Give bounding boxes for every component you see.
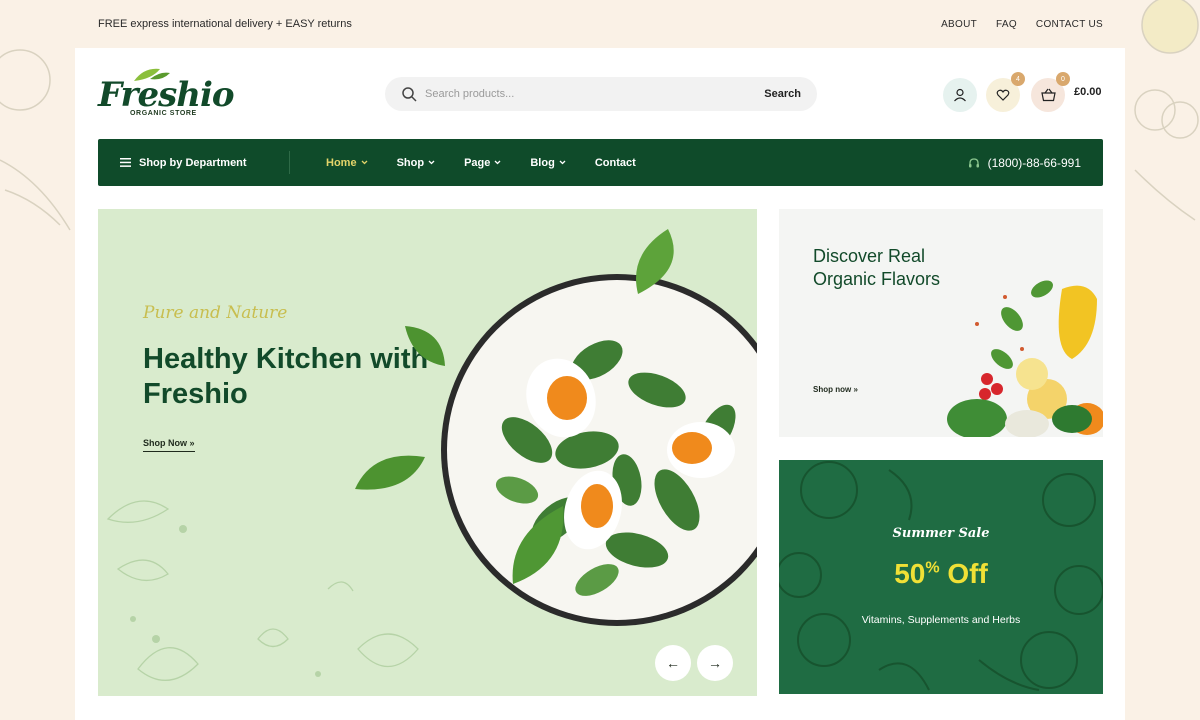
floating-leaf-decoration [512, 506, 564, 584]
department-label: Shop by Department [139, 156, 247, 169]
account-button[interactable] [943, 78, 977, 112]
hero-banner: Pure and Nature Healthy Kitchen with Fre… [98, 209, 757, 696]
main-navigation: Shop by Department Home Shop Page Blog C… [98, 139, 1103, 186]
top-bar: FREE express international delivery + EA… [0, 0, 1200, 48]
promo-text: FREE express international delivery + EA… [98, 18, 352, 30]
vegetable-doodle-left [0, 49, 71, 231]
user-icon [954, 88, 966, 102]
wishlist-count-badge: 4 [1011, 72, 1025, 86]
promo-organic-flavors[interactable]: Discover Real Organic Flavors Shop now » [779, 209, 1103, 437]
spinach-egg-salad-illustration [495, 340, 736, 596]
floating-leaf-decoration [355, 455, 425, 490]
page-container: Freshio ORGANIC STORE Search 4 [75, 48, 1125, 720]
hero-title: Healthy Kitchen with Freshio [143, 343, 429, 410]
nav-item-contact[interactable]: Contact [595, 157, 636, 169]
cart-total: £0.00 [1074, 86, 1102, 98]
nav-item-label: Blog [530, 156, 555, 169]
nav-menu: Home Shop Page Blog Contact [326, 157, 636, 169]
search-button[interactable]: Search [764, 88, 801, 100]
link-contact-us[interactable]: CONTACT US [1036, 19, 1103, 30]
arrow-left-icon: ← [666, 655, 680, 671]
nav-item-label: Home [326, 156, 357, 169]
headset-icon [968, 157, 979, 167]
nav-item-blog[interactable]: Blog [530, 156, 566, 169]
header: Freshio ORGANIC STORE Search 4 [98, 65, 1103, 127]
chevron-down-icon [428, 160, 435, 165]
floating-leaf-decoration [405, 326, 445, 366]
menu-icon [120, 158, 131, 167]
search-icon [402, 87, 417, 102]
chevron-down-icon [559, 160, 566, 165]
sale-discount: 50% Off [779, 558, 1103, 590]
shop-by-department-button[interactable]: Shop by Department [98, 151, 290, 174]
chevron-down-icon [361, 160, 368, 165]
hero-tagline: Pure and Nature [143, 303, 288, 323]
top-links: ABOUT FAQ CONTACT US [941, 19, 1103, 30]
nav-item-label: Shop [396, 156, 425, 169]
carousel-next-button[interactable]: → [697, 645, 733, 681]
basket-icon [1040, 88, 1056, 102]
hero-shop-now-link[interactable]: Shop Now » [143, 438, 195, 452]
link-faq[interactable]: FAQ [996, 19, 1017, 30]
vegetables-illustration [947, 280, 1103, 437]
nav-item-page[interactable]: Page [464, 157, 501, 169]
cart-count-badge: 0 [1056, 72, 1070, 86]
nav-item-label: Page [464, 156, 491, 169]
promo-summer-sale[interactable]: Summer Sale 50% Off Vitamins, Supplement… [779, 460, 1103, 694]
nav-item-label: Contact [594, 156, 636, 169]
link-about[interactable]: ABOUT [941, 19, 977, 30]
search-input[interactable] [425, 88, 765, 100]
floating-leaf-decoration [636, 229, 674, 294]
wishlist-button[interactable]: 4 [986, 72, 1025, 112]
heart-icon [996, 89, 1010, 101]
leaf-pattern-decoration [106, 500, 419, 682]
logo-wordmark: Freshio [98, 75, 235, 115]
arrow-right-icon: → [708, 655, 722, 671]
cart-button[interactable]: 0 [1031, 72, 1070, 112]
sale-subtitle: Vitamins, Supplements and Herbs [861, 614, 1021, 626]
nav-item-shop[interactable]: Shop [397, 157, 436, 169]
discount-percent: % [925, 559, 940, 577]
search-bar: Search [385, 77, 817, 111]
nav-item-home[interactable]: Home [326, 157, 368, 169]
phone-link[interactable]: (1800)-88-66-991 [968, 156, 1081, 170]
phone-number: (1800)-88-66-991 [987, 155, 1081, 170]
carousel-prev-button[interactable]: ← [655, 645, 691, 681]
sale-tagline: Summer Sale [892, 526, 990, 541]
salad-bowl-image [441, 274, 757, 626]
discount-number: 50 [894, 558, 926, 589]
chevron-down-icon [494, 160, 501, 165]
logo[interactable]: Freshio ORGANIC STORE [98, 65, 235, 121]
promo-shop-now-link[interactable]: Shop now » [813, 385, 858, 394]
logo-tagline: ORGANIC STORE [130, 110, 197, 117]
discount-word: Off [939, 558, 988, 589]
